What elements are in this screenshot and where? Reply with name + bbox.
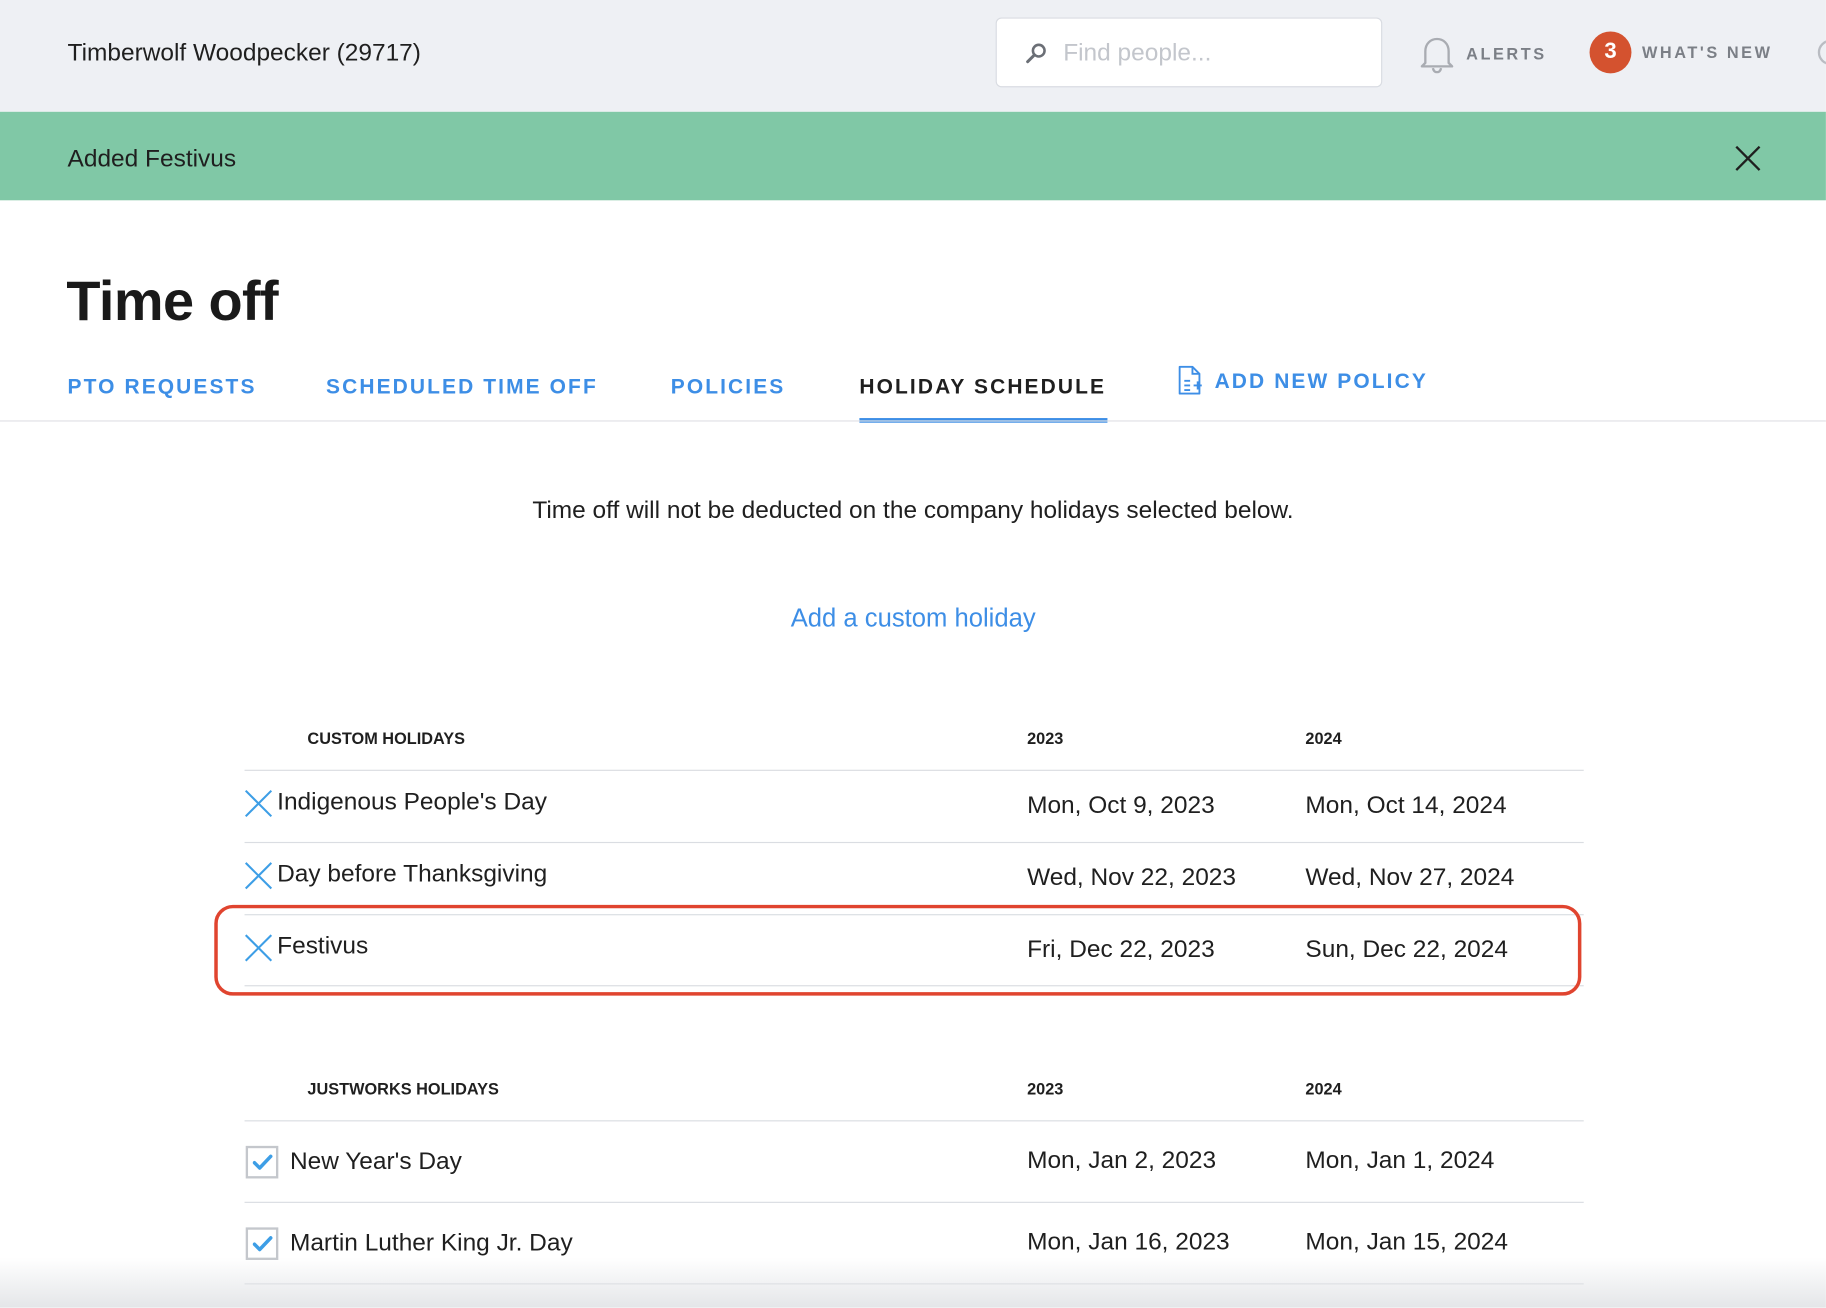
alerts-button[interactable]: ALERTS — [1418, 33, 1546, 75]
tab-pto-requests[interactable]: PTO REQUESTS — [68, 375, 257, 399]
custom-holiday-date-2024: Wed, Nov 27, 2024 — [1305, 864, 1515, 891]
justworks-holiday-date-2023: Mon, Jan 2, 2023 — [1027, 1147, 1217, 1174]
custom-holiday-date-2024: Mon, Oct 14, 2024 — [1305, 791, 1507, 819]
holiday-checkbox[interactable] — [245, 1145, 279, 1179]
whats-new-label: WHAT'S NEW — [1641, 43, 1773, 62]
remove-icon[interactable] — [243, 861, 273, 891]
whats-new-count-badge: 3 — [1589, 31, 1632, 74]
justworks-year-2023-header: 2023 — [1027, 1079, 1064, 1099]
page-title: Time off — [66, 271, 279, 334]
highlight-annotation — [214, 904, 1582, 996]
remove-icon[interactable] — [243, 788, 273, 818]
custom-year-2023-header: 2023 — [1027, 728, 1064, 748]
add-new-policy-button[interactable]: ADD NEW POLICY — [1177, 365, 1428, 396]
checkmark-icon — [252, 1154, 273, 1170]
help-icon[interactable] — [1817, 39, 1826, 66]
search-icon — [1026, 43, 1046, 64]
add-new-policy-label: ADD NEW POLICY — [1214, 368, 1428, 392]
holiday-checkbox[interactable] — [245, 1227, 279, 1260]
divider — [244, 769, 1584, 771]
close-icon[interactable] — [1733, 143, 1763, 173]
search-box[interactable] — [995, 17, 1383, 88]
bell-icon — [1420, 37, 1454, 74]
top-bar: Timberwolf Woodpecker (29717) ALERTS 3 W… — [0, 0, 1826, 112]
banner-message: Added Festivus — [67, 145, 237, 173]
justworks-holiday-name: New Year's Day — [289, 1148, 462, 1175]
custom-holiday-name: Indigenous People's Day — [277, 788, 547, 816]
tab-holiday-schedule[interactable]: HOLIDAY SCHEDULE — [859, 375, 1106, 399]
custom-holidays-header: CUSTOM HOLIDAYS — [307, 728, 466, 748]
justworks-holiday-date-2024: Mon, Jan 15, 2024 — [1305, 1228, 1508, 1256]
search-input[interactable] — [1060, 34, 1369, 73]
custom-holiday-date-2023: Wed, Nov 22, 2023 — [1027, 864, 1237, 891]
tab-policies[interactable]: POLICIES — [671, 375, 786, 399]
page: Timberwolf Woodpecker (29717) ALERTS 3 W… — [0, 0, 1826, 1308]
divider — [244, 1201, 1584, 1203]
tab-scheduled-time-off[interactable]: SCHEDULED TIME OFF — [326, 375, 598, 399]
document-add-icon — [1178, 365, 1202, 395]
divider — [244, 1120, 1584, 1122]
scroll-fade — [0, 1257, 1826, 1308]
whats-new-button[interactable]: 3 WHAT'S NEW — [1589, 31, 1773, 74]
tabs-divider — [0, 420, 1826, 422]
justworks-holiday-date-2024: Mon, Jan 1, 2024 — [1305, 1147, 1495, 1174]
custom-holiday-name: Day before Thanksgiving — [277, 860, 548, 888]
custom-year-2024-header: 2024 — [1305, 728, 1342, 748]
checkmark-icon — [252, 1236, 273, 1252]
intro-text: Time off will not be deducted on the com… — [532, 497, 1294, 525]
alerts-label: ALERTS — [1466, 44, 1547, 63]
success-banner: Added Festivus — [0, 111, 1826, 201]
custom-holiday-date-2023: Mon, Oct 9, 2023 — [1027, 791, 1215, 819]
company-name: Timberwolf Woodpecker (29717) — [67, 39, 421, 67]
justworks-year-2024-header: 2024 — [1305, 1079, 1342, 1099]
justworks-holidays-header: JUSTWORKS HOLIDAYS — [307, 1079, 499, 1099]
justworks-holiday-date-2023: Mon, Jan 16, 2023 — [1027, 1228, 1230, 1256]
justworks-holiday-name: Martin Luther King Jr. Day — [289, 1229, 573, 1257]
divider — [244, 841, 1584, 844]
add-custom-holiday-link[interactable]: Add a custom holiday — [791, 603, 1036, 633]
